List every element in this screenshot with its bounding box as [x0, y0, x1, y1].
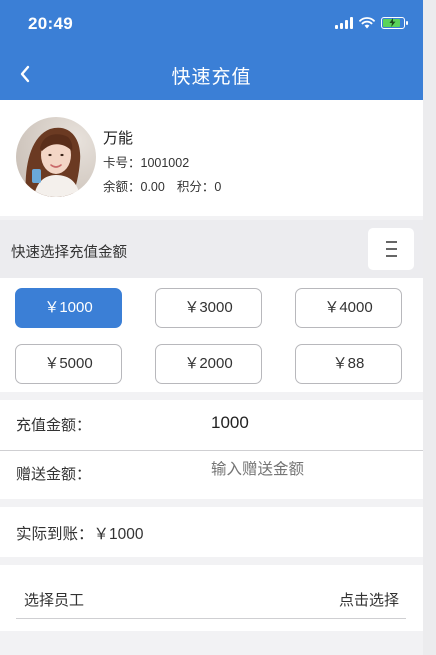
actual-amount-row: 实际到账：￥1000: [0, 507, 423, 557]
app-header: 20:49 快速充值: [0, 0, 423, 100]
wifi-icon: [359, 17, 375, 29]
divider: [0, 450, 423, 451]
member-profile: 万能 卡号：1001002 余额：0.00 积分：0: [0, 100, 423, 216]
menu-button[interactable]: [368, 228, 414, 270]
staff-select-button[interactable]: 点击选择: [339, 589, 399, 610]
staff-underline: [16, 618, 406, 619]
signal-icon: [335, 17, 353, 29]
status-time: 20:49: [28, 14, 73, 33]
amount-option-1000[interactable]: ￥1000: [15, 288, 122, 328]
recharge-amount-value[interactable]: 1000: [211, 413, 249, 433]
amount-form: 充值金额： 1000 赠送金额：: [0, 400, 423, 499]
amount-option-2000[interactable]: ￥2000: [155, 344, 262, 384]
menu-lines-icon: [386, 241, 397, 243]
gift-amount-input[interactable]: [211, 461, 401, 479]
page-title: 快速充值: [171, 67, 252, 88]
staff-label: 选择员工: [24, 592, 85, 609]
card-number: 卡号：1001002: [103, 156, 190, 170]
amount-option-5000[interactable]: ￥5000: [15, 344, 122, 384]
staff-select-row[interactable]: 选择员工 点击选择: [0, 565, 423, 631]
gift-amount-label: 赠送金额：: [16, 466, 92, 483]
member-name: 万能: [103, 130, 134, 147]
screen-edge: [423, 0, 436, 655]
points-text: 积分：0: [176, 180, 222, 194]
balance-text: 余额：0.00: [103, 180, 165, 194]
actual-amount-text: 实际到账：￥1000: [16, 526, 144, 543]
amount-option-4000[interactable]: ￥4000: [295, 288, 402, 328]
status-icons: [335, 17, 408, 29]
battery-charging-icon: [381, 17, 408, 29]
amount-option-88[interactable]: ￥88: [295, 344, 402, 384]
avatar: [16, 117, 96, 197]
amount-option-3000[interactable]: ￥3000: [155, 288, 262, 328]
quick-select-header: 快速选择充值金额: [0, 220, 423, 278]
quick-select-title: 快速选择充值金额: [11, 245, 127, 261]
recharge-amount-label: 充值金额：: [16, 417, 92, 434]
balance-points: 余额：0.00 积分：0: [103, 176, 221, 195]
recharge-screen: 20:49 快速充值 万能 卡号：1001002 余额：0.00 积分：0 快速…: [0, 0, 423, 655]
amount-grid: ￥1000 ￥3000 ￥4000 ￥5000 ￥2000 ￥88: [0, 278, 423, 392]
